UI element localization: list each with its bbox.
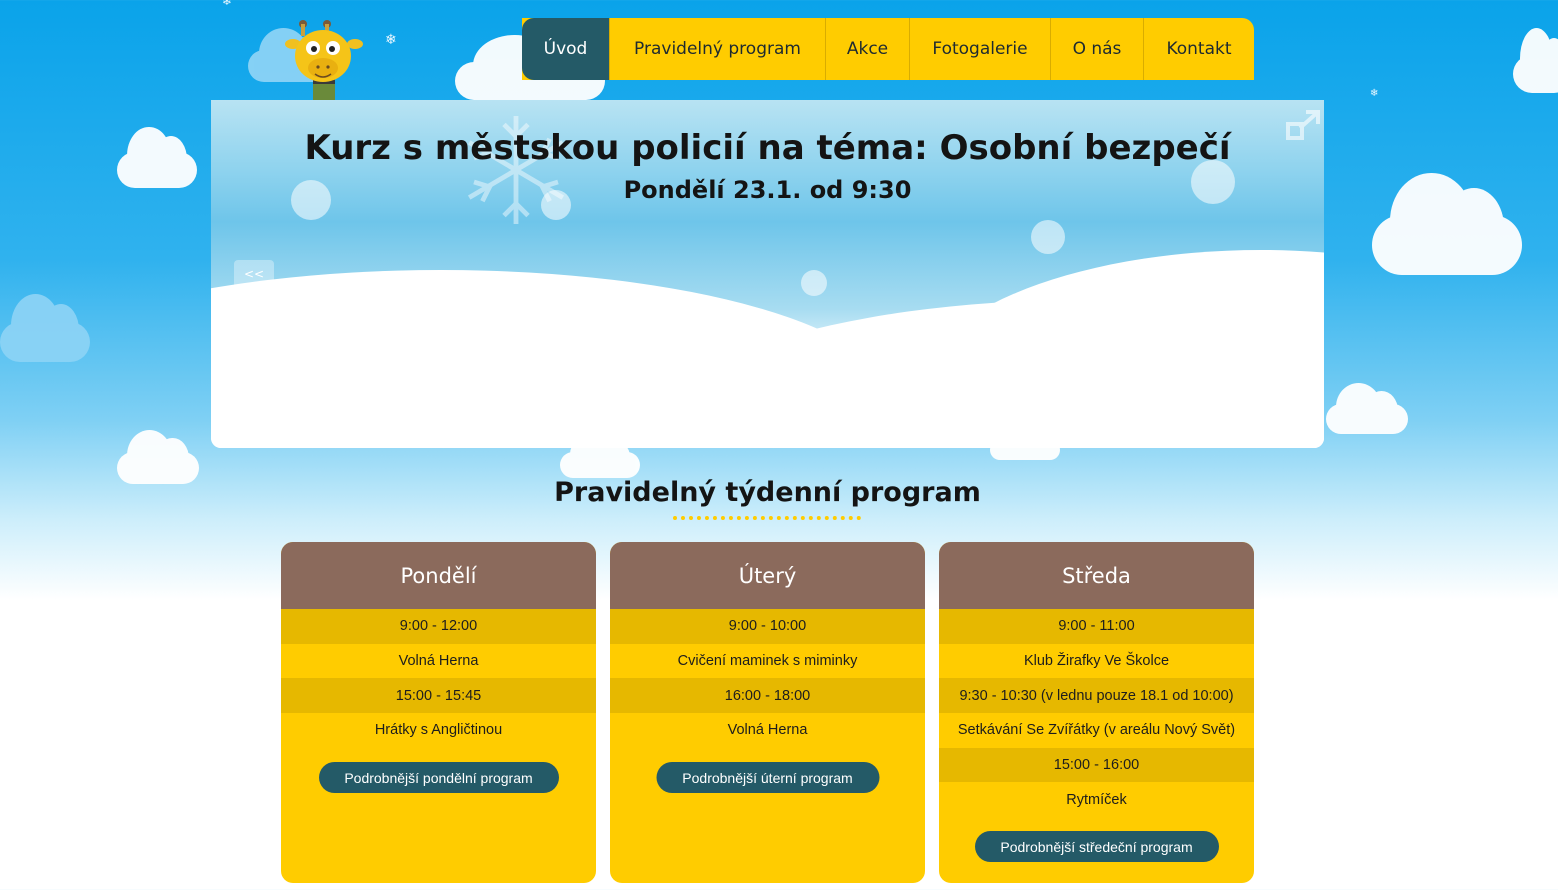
title-underline <box>673 516 861 520</box>
background-cloud <box>1326 383 1408 434</box>
nav-item-akce[interactable]: Akce <box>826 18 910 80</box>
program-time: 9:00 - 11:00 <box>939 609 1254 644</box>
program-activity: Rytmíček <box>1066 791 1127 808</box>
background-cloud <box>1372 173 1522 275</box>
nav-item-uvod[interactable]: Úvod <box>522 18 610 80</box>
program-time: 9:30 - 10:30 (v lednu pouze 18.1 od 10:0… <box>939 678 1254 714</box>
snowflake-icon: ❄ <box>385 32 397 48</box>
slide-title: Kurz s městskou policií na téma: Osobní … <box>304 128 1231 168</box>
bokeh-light <box>801 270 827 296</box>
program-activity: Volná Herna <box>727 722 808 739</box>
expand-icon[interactable] <box>1284 106 1324 146</box>
day-card-utery: Úterý 9:00 - 10:00 Cvičení maminek s mim… <box>610 542 925 883</box>
program-time: 15:00 - 15:45 <box>281 678 596 714</box>
day-card-pondeli: Pondělí 9:00 - 12:00 Volná Herna 15:00 -… <box>281 542 596 883</box>
event-slider: Kurz s městskou policií na téma: Osobní … <box>211 100 1324 448</box>
program-time: 16:00 - 18:00 <box>610 678 925 714</box>
section-title: Pravidelný týdenní program <box>554 477 981 508</box>
day-card-title: Pondělí <box>281 542 596 609</box>
slider-next-button[interactable]: >> <box>1261 260 1301 288</box>
bokeh-light <box>1031 220 1065 254</box>
program-time: 9:00 - 12:00 <box>281 609 596 644</box>
nav-item-fotogalerie[interactable]: Fotogalerie <box>910 18 1051 80</box>
program-activity: Volná Herna <box>398 653 479 670</box>
background-cloud <box>1513 28 1558 93</box>
tuesday-program-button[interactable]: Podrobnější úterní program <box>656 762 879 793</box>
monday-program-button[interactable]: Podrobnější pondělní program <box>318 762 559 793</box>
day-card-streda: Středa 9:00 - 11:00 Klub Žirafky Ve Škol… <box>939 542 1254 883</box>
program-time: 9:00 - 10:00 <box>610 609 925 644</box>
snowflake-icon: ❄ <box>222 0 233 8</box>
slider-prev-button[interactable]: << <box>234 260 274 288</box>
giraffe-logo[interactable] <box>285 18 365 100</box>
program-activity: Klub Žirafky Ve Školce <box>1023 653 1170 670</box>
nav-item-o-nas[interactable]: O nás <box>1051 18 1144 80</box>
nav-item-kontakt[interactable]: Kontakt <box>1144 18 1254 80</box>
background-cloud <box>0 294 90 362</box>
background-cloud <box>117 126 197 188</box>
nav-item-pravidelny-program[interactable]: Pravidelný program <box>610 18 826 80</box>
program-activity: Hrátky s Angličtinou <box>374 722 503 739</box>
wednesday-program-button[interactable]: Podrobnější středeční program <box>974 831 1219 862</box>
program-time: 15:00 - 16:00 <box>939 747 1254 783</box>
day-card-title: Středa <box>939 542 1254 609</box>
snowflake-icon: ❄ <box>1370 88 1379 99</box>
program-activity: Setkávání Se Zvířátky (v areálu Nový Svě… <box>957 722 1236 739</box>
program-activity: Cvičení maminek s miminky <box>677 653 858 670</box>
day-card-title: Úterý <box>610 542 925 609</box>
slide-subtitle: Pondělí 23.1. od 9:30 <box>623 176 912 204</box>
main-nav: Úvod Pravidelný program Akce Fotogalerie… <box>522 18 1254 80</box>
background-cloud <box>560 433 640 478</box>
